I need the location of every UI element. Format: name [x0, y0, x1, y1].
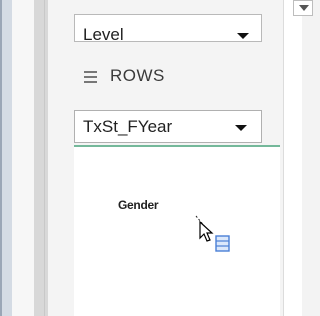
drag-move-cursor-icon: [195, 215, 230, 252]
right-scroll-strip: [284, 0, 313, 316]
rows-field-dropdown[interactable]: TxSt_FYear: [74, 110, 262, 143]
scroll-down-icon: [299, 5, 309, 11]
pane-splitter[interactable]: [34, 0, 48, 316]
level-dropdown[interactable]: Level: [74, 14, 262, 42]
fields-pane: Level ROWS TxSt_FYear Gender: [48, 0, 284, 316]
rows-list-icon: [84, 71, 97, 83]
scroll-down-button[interactable]: [293, 0, 313, 16]
dragged-field-label: Gender: [118, 198, 159, 212]
rows-drop-zone[interactable]: [74, 147, 280, 316]
rows-field-value: TxSt_FYear: [83, 117, 173, 136]
window-edge: [0, 0, 12, 316]
workspace-gap: [12, 0, 34, 316]
chevron-down-icon: [235, 125, 247, 131]
level-dropdown-value: Level: [83, 25, 124, 42]
rows-section-title: ROWS: [110, 66, 165, 85]
chevron-down-icon: [237, 33, 249, 39]
